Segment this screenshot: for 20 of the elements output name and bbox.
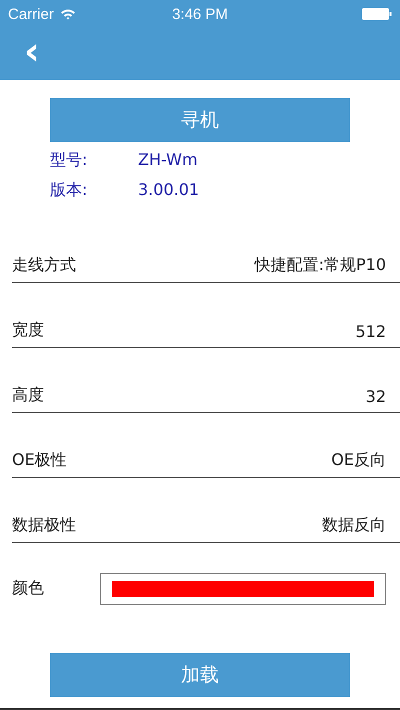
setting-label: OE极性 [12, 450, 67, 471]
battery-icon [362, 8, 392, 20]
info-value: ZH-Wm [138, 150, 198, 171]
info-label: 版本: [50, 180, 88, 201]
setting-value[interactable]: 快捷配置:常规P10 [254, 255, 386, 276]
info-label: 型号: [50, 150, 88, 171]
setting-value[interactable]: 512 [355, 322, 386, 341]
setting-label: 颜色 [12, 578, 44, 599]
color-field[interactable] [100, 572, 386, 604]
setting-label: 走线方式 [12, 255, 76, 276]
setting-value[interactable]: 32 [366, 387, 386, 406]
setting-value[interactable]: 数据反向 [322, 515, 386, 536]
status-time: 3:46 PM [172, 6, 228, 22]
setting-label: 高度 [12, 385, 44, 406]
info-value: 3.00.01 [138, 180, 200, 201]
setting-value[interactable]: OE反向 [331, 450, 386, 471]
carrier-label: Carrier [8, 6, 54, 22]
wifi-icon [60, 8, 76, 20]
setting-label: 数据极性 [12, 515, 76, 536]
setting-label: 宽度 [12, 320, 44, 341]
